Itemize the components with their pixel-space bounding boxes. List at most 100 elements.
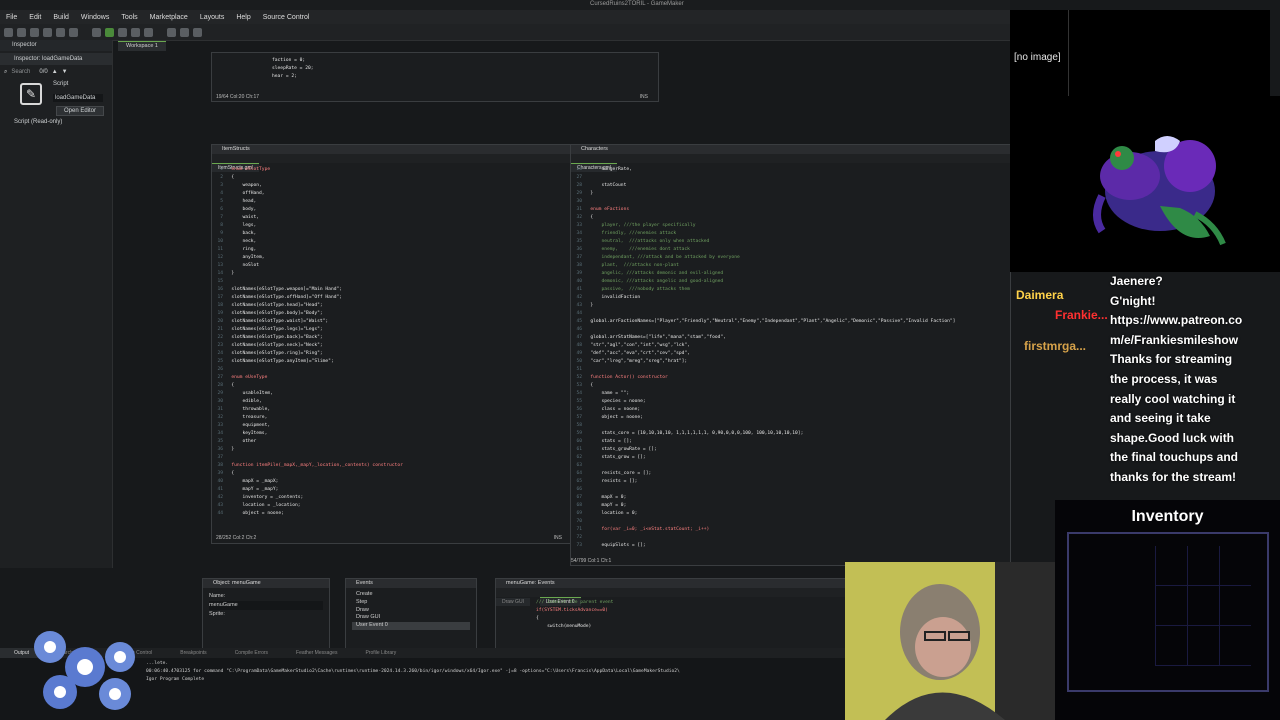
open-editor-button[interactable]: Open Editor xyxy=(56,106,105,116)
code-text: location = _location; xyxy=(231,503,301,508)
readonly-section[interactable]: Script (Read-only) xyxy=(0,119,112,125)
code-text: slotNames[eSlotType.head]="Head"; xyxy=(231,303,323,308)
event-item[interactable]: Draw GUI xyxy=(352,614,470,622)
itemstructs-code[interactable]: 1 enum eSlotType 2 { 3 weapon, 4 offHand… xyxy=(212,163,570,520)
line-number: 63 xyxy=(571,463,591,468)
sprite-preview xyxy=(20,622,160,714)
chat-message-line: really cool watching it xyxy=(1110,391,1236,406)
menu-item[interactable]: Windows xyxy=(81,14,109,21)
debug-icon[interactable] xyxy=(92,27,101,37)
line-number: 6 xyxy=(212,207,232,212)
chat-message-line: the process, it was xyxy=(1110,371,1218,386)
code-text: stats_core = [10,10,10,10, 1,1,1,1,1,1, … xyxy=(590,431,804,436)
code-text: function Actor() constructor xyxy=(590,375,668,380)
save-icon[interactable] xyxy=(43,27,52,37)
code-text: function itemPile(_mapX,_mapY,_location,… xyxy=(231,463,403,468)
play-icon[interactable] xyxy=(105,27,114,37)
characters-code[interactable]: 26 hungerRate, 27 28 statCount 29 } 30 3… xyxy=(571,163,1010,554)
line-number: 65 xyxy=(571,479,591,484)
output-tab[interactable]: Feather Messages xyxy=(282,648,351,658)
code-text: plant, ///attacks non-plant xyxy=(590,263,679,268)
code-text: stats = []; xyxy=(590,439,632,444)
code-text: } xyxy=(231,271,235,276)
code-line: 41 passive, ///nobody attacks them xyxy=(571,286,1010,294)
code-text: object = noone; xyxy=(231,511,284,516)
zoom-out-icon[interactable] xyxy=(180,27,189,37)
code-text: mapY = _mapY; xyxy=(231,487,279,492)
line-number: 13 xyxy=(212,263,232,268)
target-icon[interactable] xyxy=(144,27,153,37)
code-line: /// Inherit the parent event xyxy=(536,599,846,607)
characters-status: 54/799 Col:1 Ch:1 xyxy=(571,558,612,564)
code-line: 64 resists_core = []; xyxy=(571,470,1010,478)
code-line: hear = 2; xyxy=(272,73,658,81)
resource-name[interactable]: loadGameData xyxy=(53,94,103,102)
object-name-field[interactable]: menuGame xyxy=(209,601,323,610)
menu-item[interactable]: Marketplace xyxy=(150,14,188,21)
menu-item[interactable]: Tools xyxy=(121,14,137,21)
code-line: 70 xyxy=(571,518,1010,526)
step-icon[interactable] xyxy=(131,27,140,37)
menu-item[interactable]: Edit xyxy=(29,14,41,21)
characters-window: Characters Characters.gml 26 hungerRate,… xyxy=(570,144,1011,566)
output-tab[interactable]: Breakpoints xyxy=(166,648,220,658)
code-line: 3 weapon, xyxy=(212,182,570,190)
code-line: 12 anyItem, xyxy=(212,254,570,262)
menu-item[interactable]: Help xyxy=(236,14,250,21)
output-tab[interactable]: Compile Errors xyxy=(221,648,282,658)
chevron-up-icon[interactable]: ▲ xyxy=(52,69,58,75)
code-line: 51 xyxy=(571,366,1010,374)
menu-item[interactable]: Source Control xyxy=(263,14,310,21)
line-number: 59 xyxy=(571,431,591,436)
line-number: 35 xyxy=(571,239,591,244)
inspector-tab[interactable]: Inspector xyxy=(0,40,112,51)
code-line: 46 xyxy=(571,326,1010,334)
build-icon[interactable] xyxy=(56,27,65,37)
event-item[interactable]: Draw xyxy=(352,607,470,615)
clean-icon[interactable] xyxy=(69,27,78,37)
event-item[interactable]: Create xyxy=(352,591,470,599)
open-icon[interactable] xyxy=(30,27,39,37)
menu-bar: File Edit Build Windows Tools Marketplace Layo… xyxy=(0,10,1010,24)
code-text: object = noone; xyxy=(590,415,643,420)
line-number: 39 xyxy=(212,471,232,476)
code-text: demonic, ///attacks angelic and good-ali… xyxy=(590,279,724,284)
line-number: 38 xyxy=(571,263,591,268)
workspace-tab[interactable]: Workspace 1 xyxy=(118,41,166,51)
code-text: independant, ///attack and be attacked b… xyxy=(590,255,740,260)
line-number: 52 xyxy=(571,375,591,380)
line-number: 16 xyxy=(212,287,232,292)
top-code-editor[interactable]: faction = 0; sleepRate = 20; hear = 2; 19/… xyxy=(211,52,659,102)
code-line: sleepRate = 20; xyxy=(272,65,658,73)
line-number: 42 xyxy=(212,495,232,500)
code-line: 43 location = _location; xyxy=(212,502,570,510)
code-line: 37 xyxy=(212,454,570,462)
events-panel-title: Events xyxy=(346,579,476,588)
tab-draw-gui[interactable]: Draw GUI xyxy=(496,598,530,606)
code-line: 54 name = ""; xyxy=(571,390,1010,398)
stop-icon[interactable] xyxy=(118,27,127,37)
zoom-reset-icon[interactable] xyxy=(193,27,202,37)
chevron-down-icon[interactable]: ▼ xyxy=(62,69,68,75)
event-item[interactable]: Step xyxy=(352,599,470,607)
code-line: 20 slotNames[eSlotType.waist]="Waist"; xyxy=(212,318,570,326)
code-line: 30 xyxy=(571,198,1010,206)
output-tab[interactable]: Profile Library xyxy=(351,648,410,658)
code-text: resists = []; xyxy=(590,479,638,484)
code-text: statCount xyxy=(590,183,627,188)
menu-item[interactable]: File xyxy=(6,14,17,21)
event-item[interactable]: User Event 0 xyxy=(352,622,470,630)
code-line: 18 slotNames[eSlotType.head]="Head"; xyxy=(212,302,570,310)
menu-item[interactable]: Layouts xyxy=(200,14,225,21)
menu-item[interactable]: Build xyxy=(53,14,69,21)
code-text: 00:06:40.4703125 for command "C:\Program… xyxy=(146,669,680,674)
zoom-in-icon[interactable] xyxy=(167,27,176,37)
inspector-title: Inspector: loadGameData xyxy=(0,53,112,65)
inspector-search-input[interactable]: Search xyxy=(11,69,35,75)
code-line: 6 body, xyxy=(212,206,570,214)
home-icon[interactable] xyxy=(4,27,13,37)
code-line: 21 slotNames[eSlotType.legs]="Legs"; xyxy=(212,326,570,334)
code-text: { xyxy=(590,383,594,388)
window-title: CursedRuins2TORIL - GameMaker xyxy=(590,1,684,7)
new-icon[interactable] xyxy=(17,27,26,37)
